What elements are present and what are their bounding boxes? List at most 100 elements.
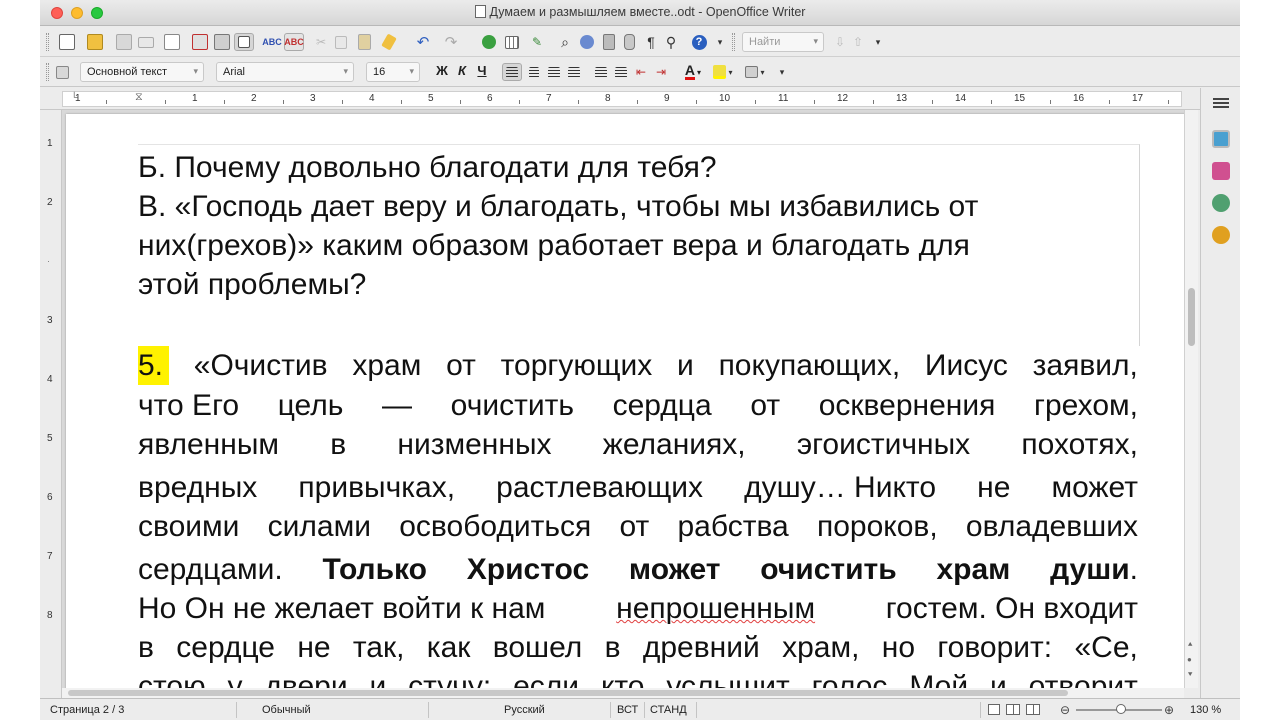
horizontal-scrollbar[interactable]	[62, 688, 1184, 698]
highlighting-button[interactable]: ▾	[710, 63, 736, 81]
numbering-button[interactable]	[592, 63, 610, 81]
email-button[interactable]	[136, 33, 156, 51]
align-center-button[interactable]	[524, 63, 544, 81]
previous-page-icon[interactable]: ⯅	[1187, 640, 1193, 650]
font-name-select[interactable]: Arial ▾	[216, 62, 354, 82]
background-color-button[interactable]: ▾	[742, 63, 768, 81]
page-indicator[interactable]: Страница 2 / 3	[50, 704, 124, 716]
word: грехом,	[1034, 389, 1138, 422]
gallery-button[interactable]	[578, 33, 596, 51]
misspelled-word[interactable]: непрошенным	[616, 589, 815, 628]
navigator-button[interactable]: ⌕	[556, 33, 574, 51]
edit-mode-button[interactable]	[162, 33, 182, 51]
increase-indent-button[interactable]: ⇥	[652, 63, 670, 81]
single-page-view-icon[interactable]	[988, 704, 1000, 715]
bullets-button[interactable]	[612, 63, 630, 81]
print-preview-button[interactable]	[234, 33, 254, 51]
toolbar-grip[interactable]	[46, 33, 49, 51]
styles-formatting-icon[interactable]	[1212, 162, 1230, 180]
open-button[interactable]	[82, 33, 108, 51]
align-left-button[interactable]	[502, 63, 522, 81]
undo-button[interactable]: ↶	[410, 33, 436, 51]
next-page-icon[interactable]: ⯆	[1187, 670, 1193, 680]
selection-mode[interactable]: СТАНД	[650, 704, 687, 716]
gallery-icon[interactable]	[1212, 194, 1230, 212]
toolbar-grip[interactable]	[46, 63, 49, 81]
paragraph-5-line-7[interactable]: Но Он не желает войти к нам непрошенным …	[138, 589, 1138, 628]
two-page-view-icon[interactable]	[1006, 704, 1020, 715]
paragraph-5-line-3[interactable]: явленным в низменных желаниях, эгоистичн…	[138, 425, 1138, 464]
autospellcheck-button[interactable]: ABC	[284, 33, 304, 51]
table-button[interactable]	[500, 33, 524, 51]
italic-button[interactable]: К	[454, 63, 470, 78]
zoom-level[interactable]: 130 %	[1190, 704, 1221, 716]
vertical-scrollbar[interactable]: ⯅ ● ⯆	[1184, 110, 1198, 688]
paragraph-5-line-8[interactable]: в сердце не так, как вошел в древний хра…	[138, 628, 1138, 667]
chevron-down-icon: ▾	[193, 66, 198, 76]
bold-button[interactable]: Ж	[434, 63, 450, 78]
cut-button[interactable]: ✂	[312, 33, 330, 51]
export-pdf-button[interactable]	[190, 33, 210, 51]
font-color-button[interactable]: A ▾	[680, 63, 706, 81]
zoom-out-icon[interactable]: ⊖	[1060, 703, 1070, 717]
redo-button[interactable]: ↷	[438, 33, 464, 51]
language-indicator[interactable]: Русский	[504, 704, 545, 716]
find-input[interactable]: Найти ▾	[742, 32, 824, 52]
font-size-select[interactable]: 16 ▾	[366, 62, 420, 82]
find-previous-button[interactable]: ⇧	[850, 33, 866, 51]
align-right-button[interactable]	[544, 63, 564, 81]
question-v-line-3[interactable]: этой проблемы?	[138, 265, 1138, 304]
sidebar-menu-icon[interactable]	[1213, 98, 1229, 108]
new-document-button[interactable]	[54, 33, 80, 51]
vertical-scrollbar-thumb[interactable]	[1188, 288, 1195, 346]
toolbar-options-button[interactable]: ▾	[716, 33, 724, 51]
styles-button[interactable]	[600, 33, 618, 51]
horizontal-scrollbar-thumb[interactable]	[68, 690, 1068, 696]
question-b[interactable]: Б. Почему довольно благодати для тебя?	[138, 148, 1138, 187]
paragraph-5-line-5[interactable]: своими силами освободиться от рабства по…	[138, 507, 1138, 546]
styles-formatting-button[interactable]	[52, 63, 72, 81]
paragraph-5-line-6[interactable]: сердцами. Только Христос может очистить …	[138, 550, 1138, 589]
paragraph-style-select[interactable]: Основной текст ▾	[80, 62, 204, 82]
globe-icon	[482, 35, 496, 49]
document-page[interactable]: Б. Почему довольно благодати для тебя? В…	[66, 114, 1184, 688]
copy-button[interactable]	[332, 33, 350, 51]
decrease-indent-button[interactable]: ⇤	[632, 63, 650, 81]
zoom-slider-thumb[interactable]	[1116, 704, 1126, 714]
hyperlink-button[interactable]	[480, 33, 498, 51]
document-area[interactable]: Б. Почему довольно благодати для тебя? В…	[62, 110, 1184, 688]
formatting-marks-button[interactable]: ¶	[642, 33, 660, 51]
data-sources-button[interactable]	[620, 33, 638, 51]
navigation-icon[interactable]: ●	[1187, 655, 1192, 664]
page-style[interactable]: Обычный	[262, 704, 311, 716]
underline-button[interactable]: Ч	[474, 63, 490, 78]
insert-mode[interactable]: ВСТ	[617, 704, 638, 716]
properties-icon[interactable]	[1212, 130, 1230, 148]
question-v-line-1[interactable]: В. «Господь дает веру и благодать, чтобы…	[138, 187, 1138, 226]
book-view-icon[interactable]	[1026, 704, 1040, 715]
navigator-compass-icon[interactable]	[1212, 226, 1230, 244]
justify-button[interactable]	[564, 63, 584, 81]
question-v-line-2[interactable]: них(грехов)» каким образом работает вера…	[138, 226, 1138, 265]
paragraph-5-line-9[interactable]: стою у двери и стучу: если кто услышит г…	[138, 667, 1138, 688]
save-button[interactable]	[114, 33, 134, 51]
find-toolbar-options-button[interactable]: ▾	[874, 33, 882, 51]
zoom-button[interactable]: ⚲	[662, 33, 680, 51]
horizontal-ruler[interactable]: └ ⧖ 1 1 2 3 4 5 6 7 8 9 10 11 12 13 14 1…	[40, 88, 1240, 110]
spellcheck-button[interactable]: ABC	[262, 33, 282, 51]
zoom-in-icon[interactable]: ⊕	[1164, 703, 1174, 717]
paragraph-5-line-1[interactable]: 5. «Очистив храм от торгующих и покупающ…	[138, 346, 1138, 385]
clone-formatting-button[interactable]	[380, 33, 398, 51]
print-button[interactable]	[212, 33, 232, 51]
formatting-toolbar-options-button[interactable]: ▾	[778, 63, 786, 81]
paragraph-5-line-2[interactable]: что Его цель — очистить сердца от осквер…	[138, 386, 1138, 425]
find-next-button[interactable]: ⇩	[832, 33, 848, 51]
paste-button[interactable]	[352, 33, 376, 51]
word: силами	[267, 510, 371, 543]
paragraph-5-line-4[interactable]: вредных привычках, растлевающих душу… Ни…	[138, 468, 1138, 507]
indent-marker-icon[interactable]: ⧖	[135, 91, 143, 104]
draw-functions-button[interactable]: ✎	[528, 33, 546, 51]
help-button[interactable]: ?	[690, 33, 708, 51]
find-toolbar-grip[interactable]	[732, 33, 735, 51]
vertical-ruler[interactable]: 1 2 · 3 4 5 6 7 8	[40, 110, 62, 698]
